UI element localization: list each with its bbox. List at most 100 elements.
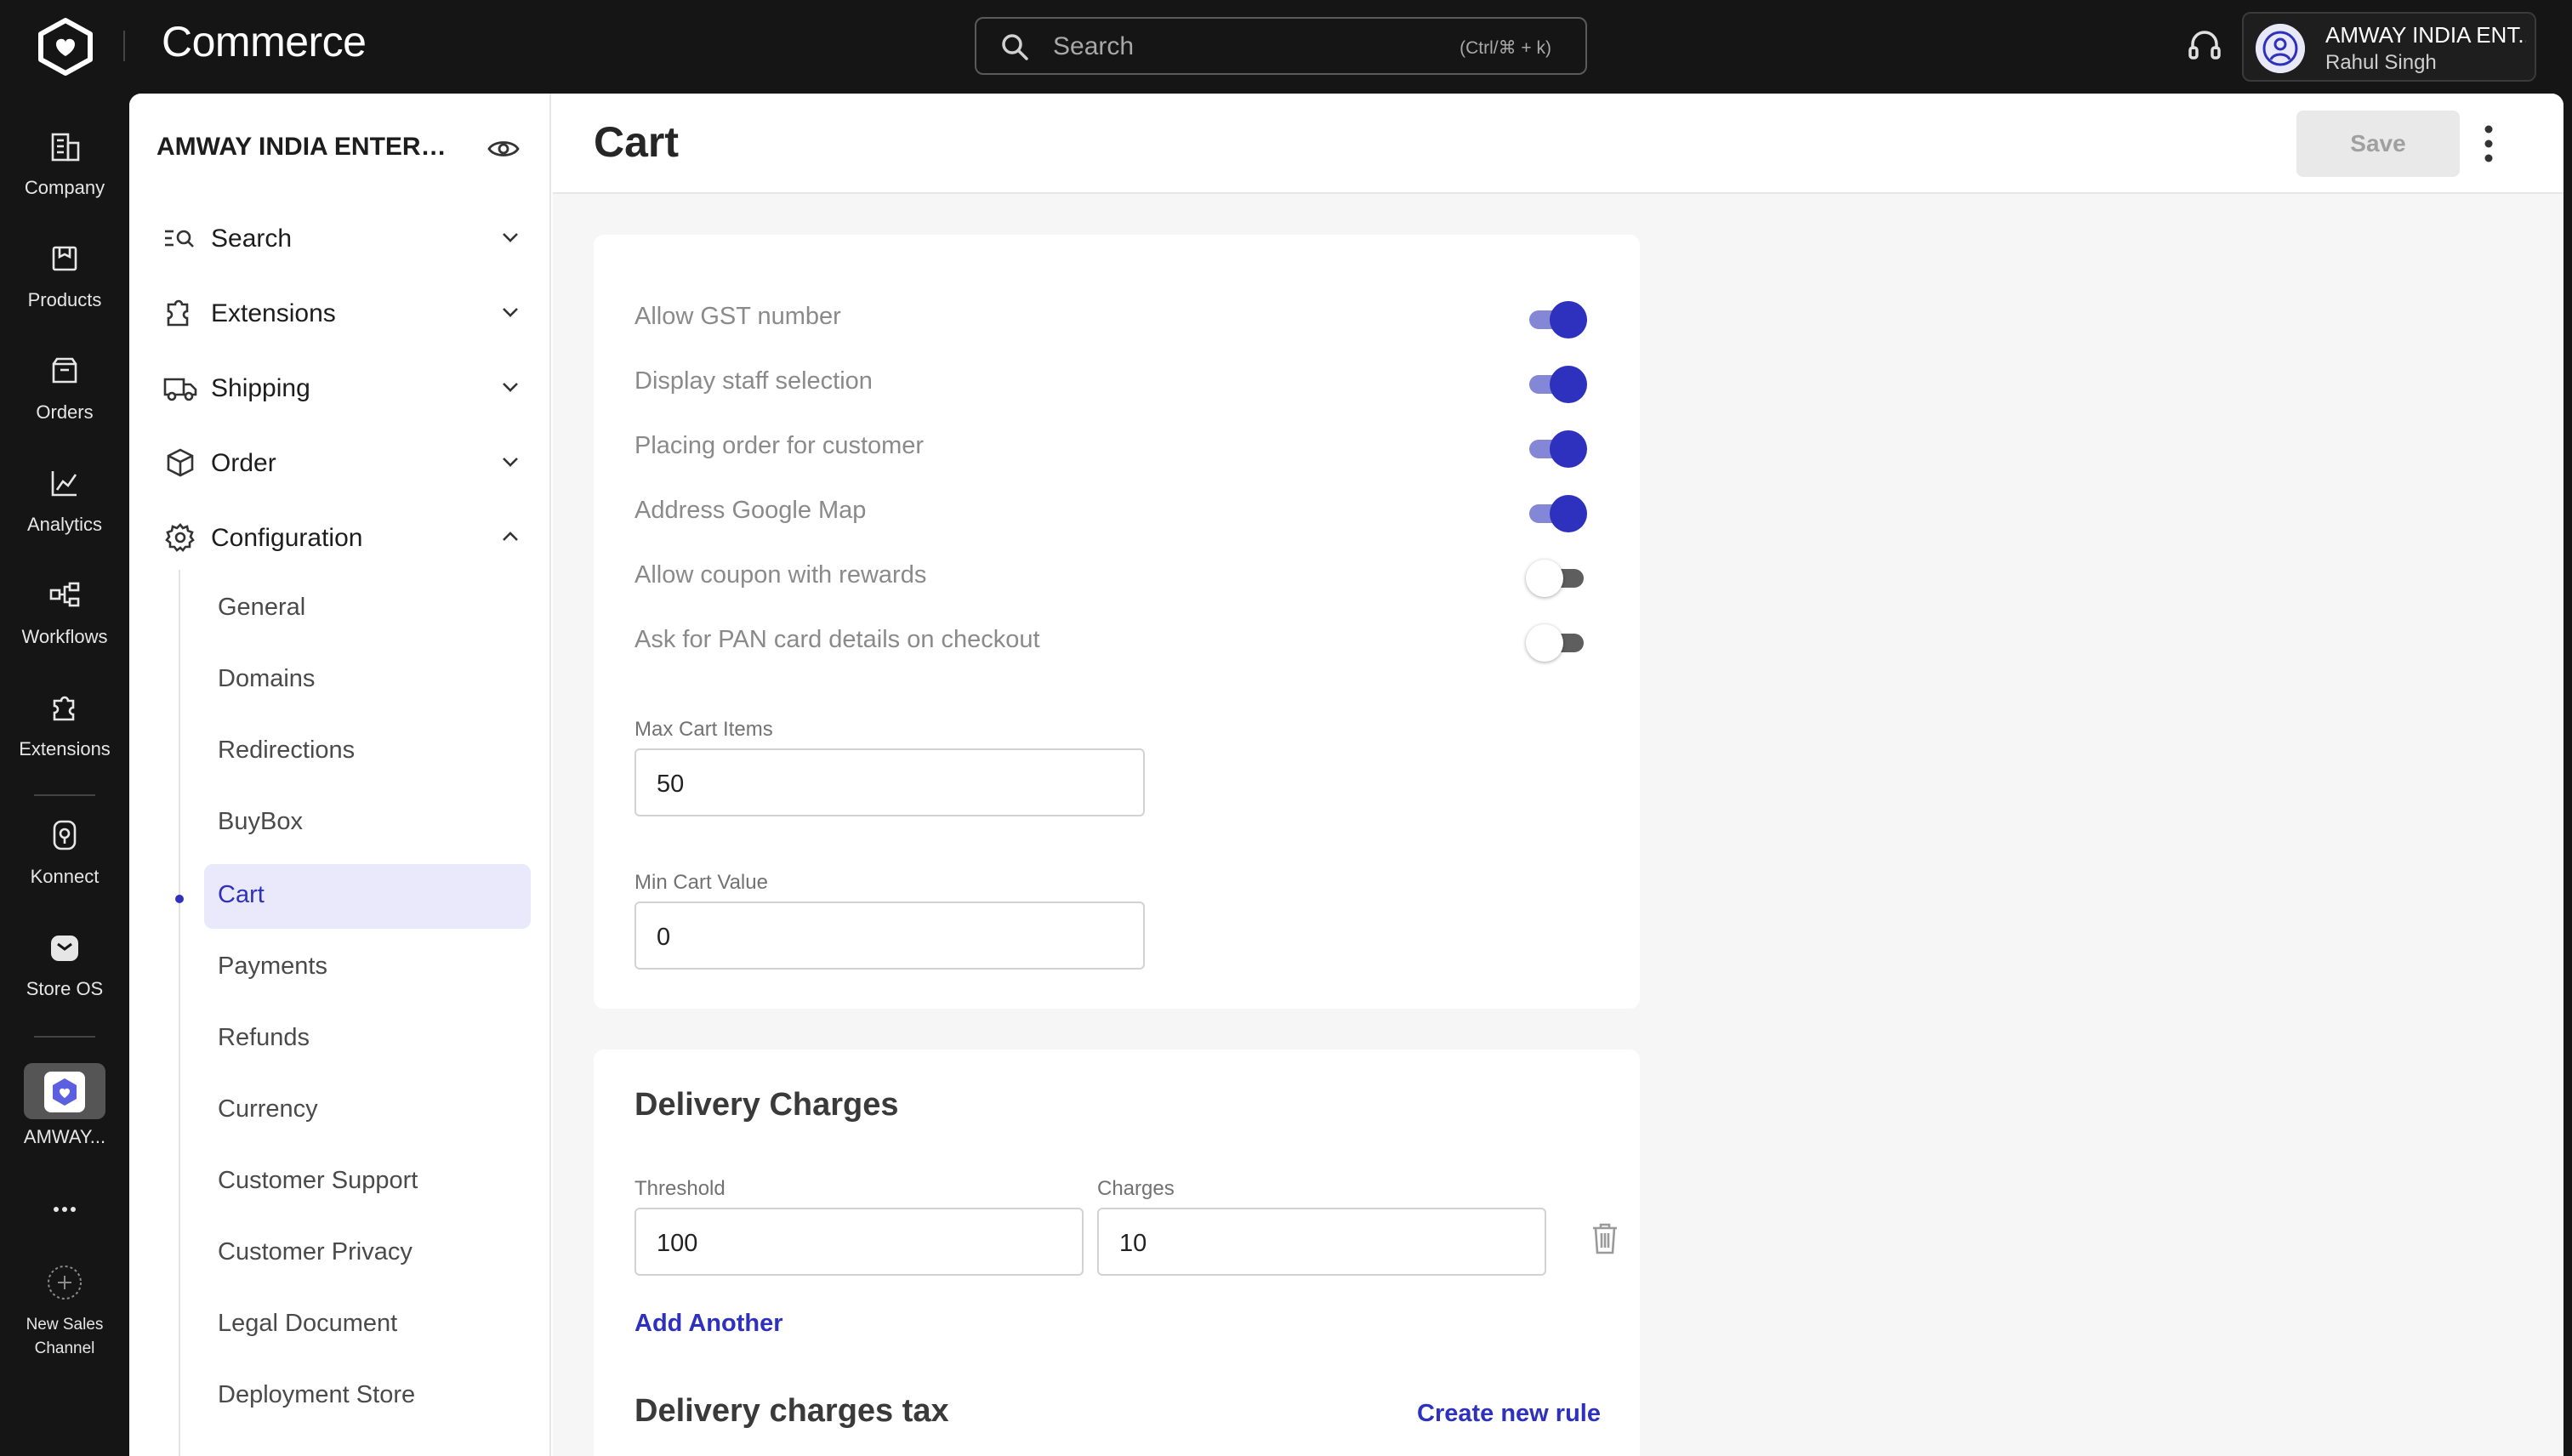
sidebar-item-cart[interactable]: Cart (204, 864, 531, 929)
search-icon (1002, 34, 1028, 60)
sidebar-item-customer-support[interactable]: Customer Support (204, 1150, 531, 1214)
max-cart-items-label: Max Cart Items (634, 718, 773, 741)
headset-support-icon[interactable] (2184, 26, 2225, 66)
min-cart-value-input[interactable]: 0 (634, 901, 1145, 970)
commerce-logo-icon[interactable] (34, 17, 97, 77)
sidebar-item-refunds[interactable]: Refunds (204, 1007, 531, 1072)
sidebar-group-order[interactable]: Order (163, 437, 521, 488)
chevron-down-icon (503, 458, 518, 467)
sidebar-item-label: Currency (218, 1095, 318, 1123)
sidebar-item-deployment-store[interactable]: Deployment Store (204, 1364, 531, 1429)
rail-item-amway-label[interactable]: AMWAY... (0, 1126, 129, 1148)
box-icon (52, 246, 77, 271)
charges-label: Charges (1097, 1177, 1175, 1200)
rail-item-amway-app[interactable] (24, 1063, 105, 1119)
puzzle-icon (167, 299, 189, 327)
rail-label: Orders (36, 401, 94, 423)
sidebar-item-buybox[interactable]: BuyBox (204, 791, 531, 856)
sidebar-group-shipping[interactable]: Shipping (163, 362, 521, 413)
threshold-input[interactable]: 100 (634, 1208, 1084, 1276)
rail-item-konnect[interactable]: Konnect (0, 816, 129, 888)
eye-icon[interactable] (487, 134, 521, 163)
coupon-rewards-toggle[interactable] (1526, 560, 1587, 597)
global-search-input[interactable]: Search (Ctrl/⌘ + k) (975, 17, 1587, 75)
trash-icon[interactable] (1590, 1221, 1619, 1255)
rail-label: AMWAY... (23, 1126, 106, 1147)
sidebar-item-customer-privacy[interactable]: Customer Privacy (204, 1221, 531, 1286)
google-map-toggle[interactable] (1526, 495, 1587, 532)
rail-item-workflows[interactable]: Workflows (0, 577, 129, 648)
package-icon (167, 448, 194, 477)
page-header: Cart Save (553, 94, 2563, 194)
toggle-label: Display staff selection (634, 367, 873, 395)
toggle-label: Allow GST number (634, 303, 841, 330)
sidebar-item-redirections[interactable]: Redirections (204, 719, 531, 784)
toggle-row-order-for-customer: Placing order for customer (634, 420, 1601, 471)
sidebar-group-label: Configuration (211, 524, 363, 552)
rail-item-analytics[interactable]: Analytics (0, 464, 129, 536)
chevron-down-icon (503, 308, 518, 317)
sidebar-item-general[interactable]: General (204, 577, 531, 641)
delivery-charges-card: Delivery Charges Threshold 100 Charges 1… (594, 1049, 1640, 1456)
sidebar-group-configuration[interactable]: Configuration (163, 512, 521, 563)
create-new-rule-button[interactable]: Create new rule (1417, 1400, 1601, 1428)
app-brand: Commerce (162, 18, 367, 65)
new-sales-channel-button[interactable]: New Sales Channel (0, 1264, 129, 1361)
content-panel: AMWAY INDIA ENTERPRI... Search Extension… (129, 94, 2563, 1456)
order-for-customer-toggle[interactable] (1526, 430, 1587, 468)
store-os-icon (51, 936, 78, 961)
delivery-charges-title: Delivery Charges (634, 1087, 899, 1123)
building-icon (51, 133, 80, 162)
sidebar-item-label: BuyBox (218, 808, 303, 835)
sidebar-item-domains[interactable]: Domains (204, 648, 531, 713)
sidebar-item-label: General (218, 594, 306, 621)
charges-value: 10 (1119, 1230, 1147, 1257)
top-bar: Commerce Search (Ctrl/⌘ + k) AMWAY INDIA… (0, 0, 2572, 94)
staff-selection-toggle[interactable] (1526, 366, 1587, 403)
sidebar-item-payments[interactable]: Payments (204, 936, 531, 1000)
more-apps-button[interactable] (0, 1191, 129, 1228)
sidebar-item-currency[interactable]: Currency (204, 1078, 531, 1143)
rail-label: Store OS (26, 978, 104, 999)
rail-item-store-os[interactable]: Store OS (0, 929, 129, 1000)
rail-divider (34, 1036, 95, 1038)
rail-item-products[interactable]: Products (0, 240, 129, 311)
allow-gst-toggle[interactable] (1526, 301, 1587, 338)
account-menu[interactable]: AMWAY INDIA ENT... Rahul Singh (2242, 12, 2536, 82)
settings-sidebar: AMWAY INDIA ENTERPRI... Search Extension… (129, 94, 551, 1456)
rail-item-extensions[interactable]: Extensions (0, 689, 129, 760)
sidebar-group-label: Order (211, 449, 276, 477)
more-vertical-icon[interactable] (2480, 122, 2497, 165)
sidebar-item-label: Customer Support (218, 1167, 418, 1194)
main-content: Cart Save Allow GST number Display staff… (553, 94, 2563, 1456)
rail-item-company[interactable]: Company (0, 128, 129, 199)
sidebar-item-label: Domains (218, 665, 316, 692)
sidebar-group-extensions[interactable]: Extensions (163, 287, 521, 338)
toggle-label: Address Google Map (634, 497, 867, 524)
sidebar-item-label: Deployment Store (218, 1381, 416, 1408)
toggle-label: Placing order for customer (634, 432, 925, 459)
toggle-row-google-map: Address Google Map (634, 485, 1601, 536)
toggle-row-pan-card: Ask for PAN card details on checkout (634, 614, 1601, 665)
sidebar-group-label: Extensions (211, 299, 336, 327)
sidebar-group-search[interactable]: Search (163, 213, 521, 264)
add-another-button[interactable]: Add Another (634, 1310, 783, 1338)
sidebar-item-label: Cart (218, 881, 265, 908)
account-user-name: Rahul Singh (2325, 51, 2437, 74)
sidebar-item-label: Legal Document (218, 1310, 398, 1337)
max-cart-items-value: 50 (657, 771, 685, 798)
charges-input[interactable]: 10 (1097, 1208, 1546, 1276)
chevron-up-icon (503, 532, 518, 541)
active-indicator (175, 895, 184, 903)
rail-item-orders[interactable]: Orders (0, 352, 129, 424)
min-cart-value-value: 0 (657, 924, 671, 951)
brand-divider (123, 31, 125, 61)
sidebar-item-legal-document[interactable]: Legal Document (204, 1293, 531, 1357)
pan-card-toggle[interactable] (1526, 624, 1587, 662)
save-button[interactable]: Save (2296, 111, 2460, 177)
workflow-icon (49, 582, 80, 607)
max-cart-items-input[interactable]: 50 (634, 748, 1145, 816)
gear-icon (165, 523, 195, 552)
app-rail: Company Products Orders Analytics Workfl… (0, 94, 129, 1456)
rail-label: Company (24, 177, 105, 198)
